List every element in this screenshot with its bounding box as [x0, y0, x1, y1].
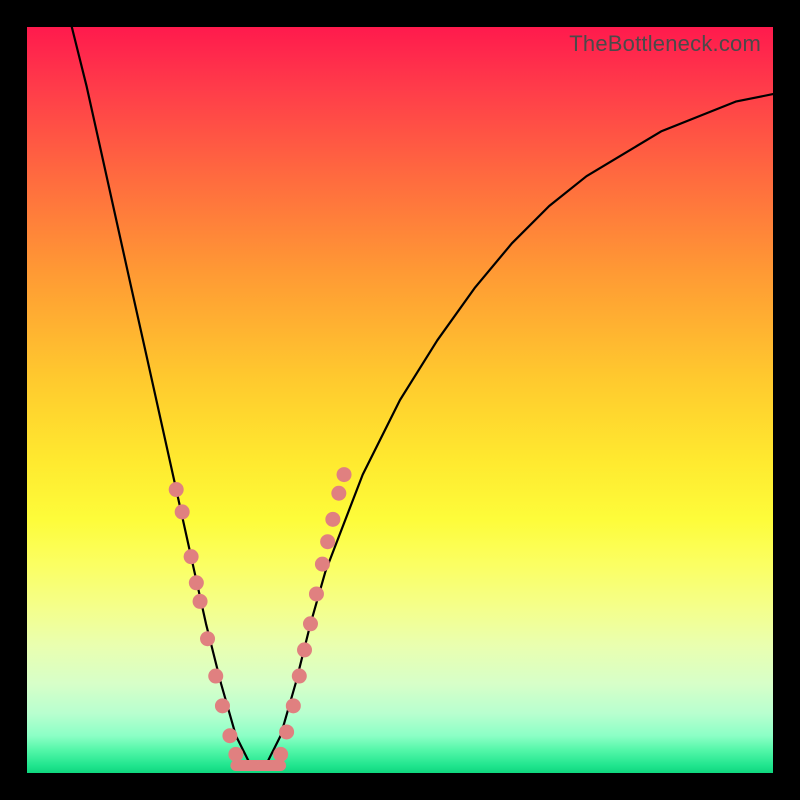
highlight-dot: [315, 557, 330, 572]
highlight-dot: [184, 549, 199, 564]
highlight-dot: [320, 534, 335, 549]
highlight-dot: [337, 467, 352, 482]
highlight-dot: [309, 586, 324, 601]
plot-area: TheBottleneck.com: [27, 27, 773, 773]
highlight-dot: [286, 698, 301, 713]
highlight-dot: [273, 747, 288, 762]
highlight-dot: [222, 728, 237, 743]
highlight-dot: [200, 631, 215, 646]
bottleneck-curve-svg: [27, 27, 773, 773]
highlight-dot: [189, 575, 204, 590]
highlight-dot: [292, 669, 307, 684]
highlight-dot: [325, 512, 340, 527]
highlight-dot: [297, 642, 312, 657]
chart-frame: TheBottleneck.com: [0, 0, 800, 800]
highlight-dot: [215, 698, 230, 713]
highlight-dot: [228, 747, 243, 762]
highlight-dot: [279, 724, 294, 739]
highlight-dot: [331, 486, 346, 501]
highlight-dot: [208, 669, 223, 684]
highlight-dot: [303, 616, 318, 631]
highlight-dot: [169, 482, 184, 497]
bottleneck-curve-line: [72, 27, 773, 766]
highlight-dot: [175, 504, 190, 519]
highlight-dot: [193, 594, 208, 609]
